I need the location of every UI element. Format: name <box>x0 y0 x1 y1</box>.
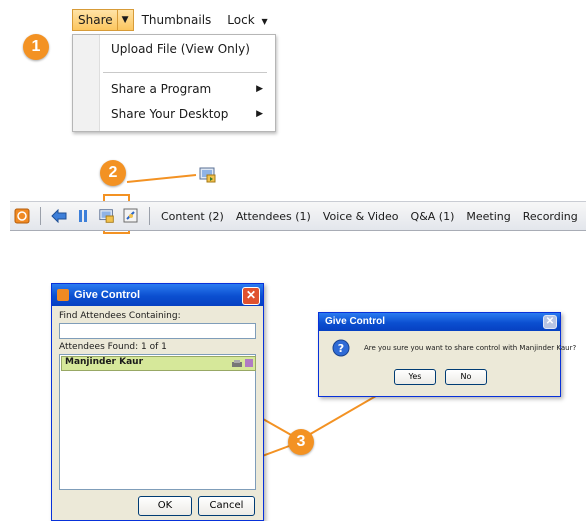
question-icon: ? <box>332 339 350 360</box>
app-icon <box>56 288 70 310</box>
attendee-name: Manjinder Kaur <box>65 357 144 367</box>
menu-divider <box>103 72 267 73</box>
menu-item-share-desktop[interactable]: Share Your Desktop <box>111 107 228 121</box>
submenu-arrow-icon: ▶ <box>256 84 263 94</box>
annotate-icon[interactable] <box>122 207 140 225</box>
tab-meeting[interactable]: Meeting <box>466 210 510 223</box>
tab-attendees[interactable]: Attendees (1) <box>236 210 311 223</box>
toolbar-divider <box>40 207 41 225</box>
window-title: Give Control <box>74 289 141 301</box>
lock-label: Lock <box>227 13 255 27</box>
found-label: Attendees Found: 1 of 1 <box>59 342 167 352</box>
give-control-icon[interactable] <box>98 207 116 225</box>
confirm-dialog: Give Control ✕ ? Are you sure you want t… <box>318 312 576 397</box>
confirm-title: Give Control <box>325 316 386 327</box>
share-menubar: Share ▼ Thumbnails Lock ▼ <box>72 7 276 33</box>
pause-icon[interactable] <box>74 207 92 225</box>
tab-qa[interactable]: Q&A (1) <box>411 210 455 223</box>
give-control-window: Give Control ✕ Find Attendees Containing… <box>51 283 264 521</box>
confirm-titlebar: Give Control ✕ <box>319 313 560 331</box>
close-icon[interactable]: ✕ <box>543 315 557 329</box>
find-attendees-input[interactable] <box>59 323 256 339</box>
chevron-down-icon: ▼ <box>261 17 268 26</box>
meeting-toolbar: Content (2) Attendees (1) Voice & Video … <box>10 201 586 231</box>
find-label: Find Attendees Containing: <box>59 311 181 321</box>
toolbar-divider <box>149 207 150 225</box>
phone-icon <box>231 358 243 372</box>
share-label: Share <box>78 13 113 27</box>
menu-item-upload-file[interactable]: Upload File (View Only) <box>111 42 250 56</box>
step-badge-3: 3 <box>288 429 314 455</box>
no-button[interactable]: No <box>445 369 487 385</box>
window-titlebar: Give Control ✕ <box>52 284 263 306</box>
share-dropdown-menu: Upload File (View Only) Share a Program … <box>72 34 276 132</box>
arrow-left-icon[interactable] <box>50 207 68 225</box>
thumbnails-menu[interactable]: Thumbnails <box>134 8 220 32</box>
chevron-down-icon[interactable]: ▼ <box>116 10 133 30</box>
step-badge-2: 2 <box>100 160 126 186</box>
tab-voice-video[interactable]: Voice & Video <box>323 210 399 223</box>
share-menu-button[interactable]: Share ▼ <box>72 9 134 31</box>
attendee-list: Manjinder Kaur <box>59 354 256 490</box>
list-item[interactable]: Manjinder Kaur <box>61 356 256 371</box>
ok-button[interactable]: OK <box>138 496 192 516</box>
menu-item-share-program[interactable]: Share a Program <box>111 82 211 96</box>
participant-color-icon <box>245 359 253 367</box>
svg-text:?: ? <box>338 342 344 355</box>
step-badge-1: 1 <box>23 34 49 60</box>
webex-logo-icon[interactable] <box>13 207 31 225</box>
menu-icon-gutter <box>73 35 100 131</box>
tab-content[interactable]: Content (2) <box>161 210 224 223</box>
confirm-message: Are you sure you want to share control w… <box>364 344 577 352</box>
cancel-button[interactable]: Cancel <box>198 496 255 516</box>
close-icon[interactable]: ✕ <box>242 287 260 305</box>
tab-recording[interactable]: Recording <box>523 210 578 223</box>
lock-menu[interactable]: Lock ▼ <box>219 8 275 32</box>
give-control-icon-enlarged <box>198 165 218 185</box>
submenu-arrow-icon: ▶ <box>256 109 263 119</box>
yes-button[interactable]: Yes <box>394 369 436 385</box>
